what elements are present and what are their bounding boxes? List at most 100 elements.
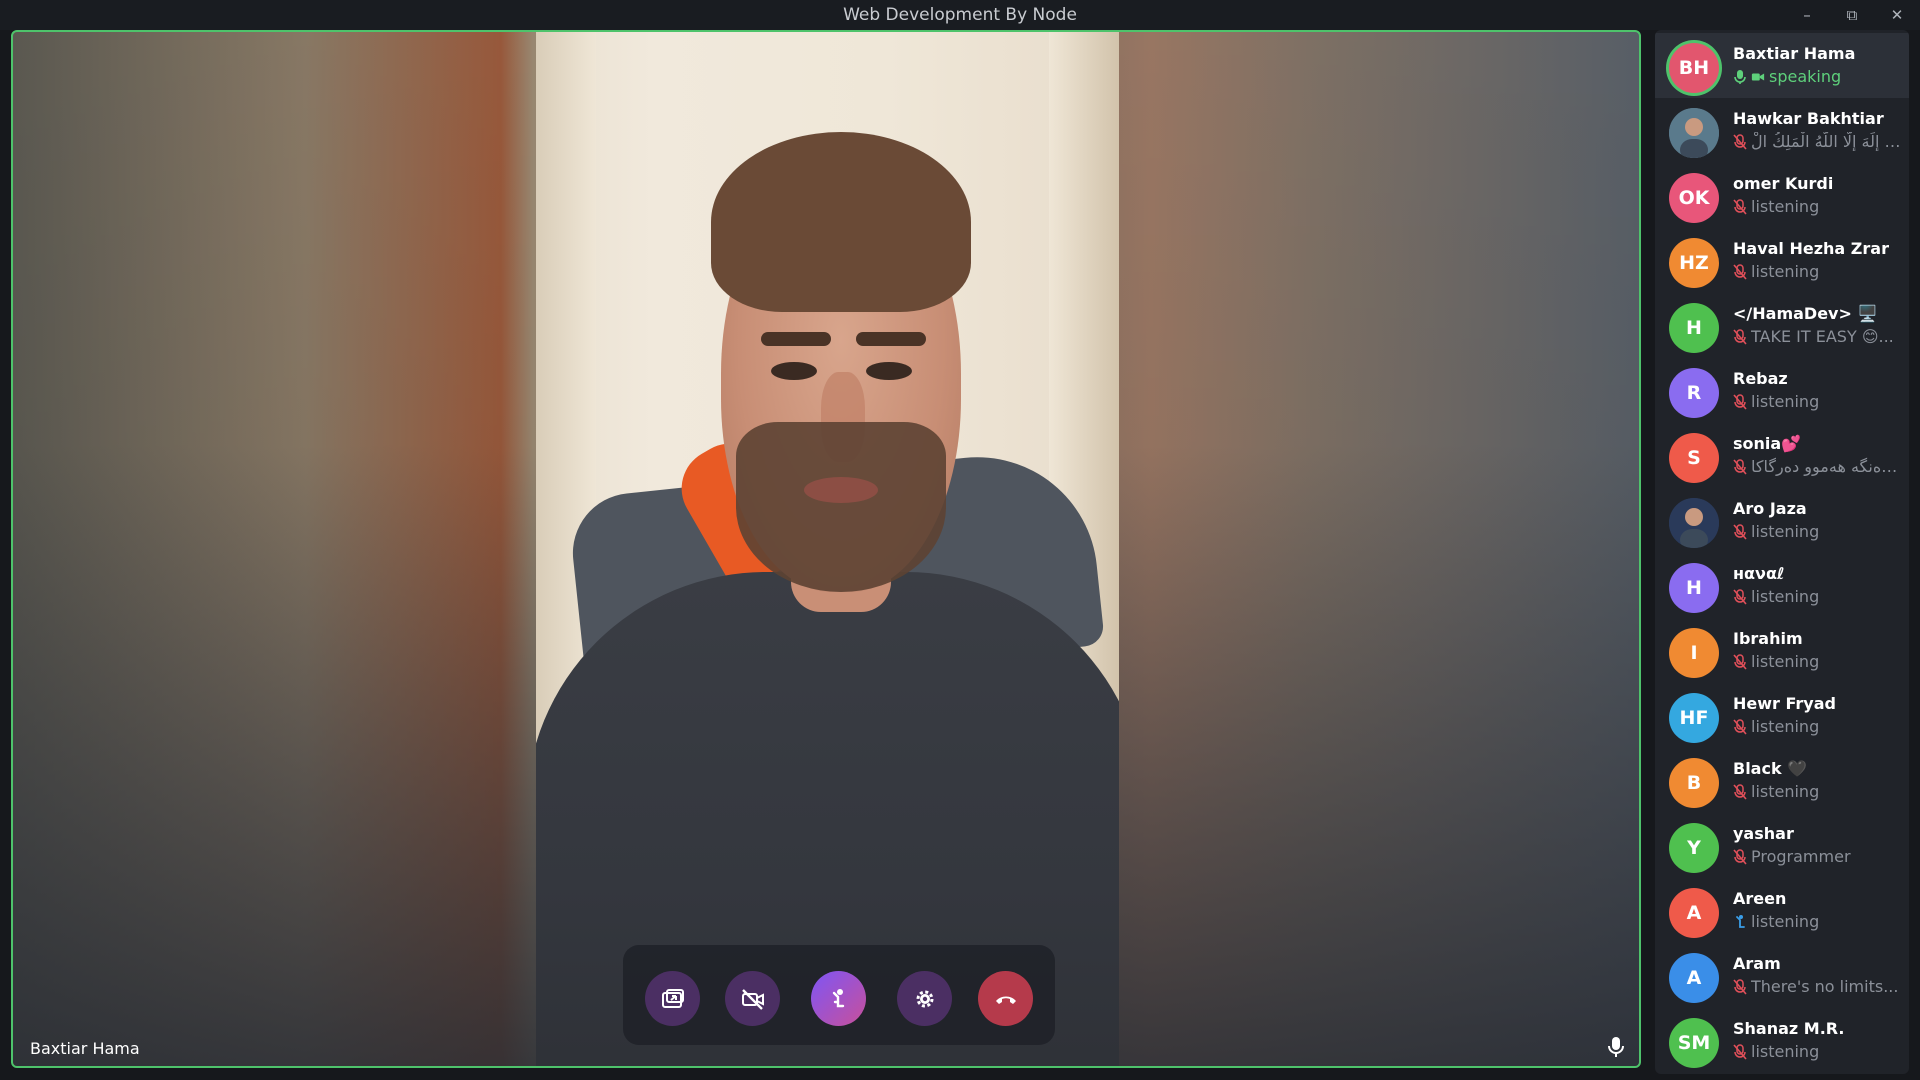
participant-status: listening — [1733, 587, 1905, 606]
microphone-muted-icon — [1733, 328, 1747, 345]
participant-status-text: listening — [1751, 782, 1820, 801]
participant-status: listening — [1733, 392, 1905, 411]
participant-name: yashar — [1733, 824, 1794, 843]
participant-row[interactable]: BH Baxtiar Hama speaking — [1655, 33, 1909, 98]
participant-status: Programmer — [1733, 847, 1905, 866]
participant-name: Areen — [1733, 889, 1787, 908]
microphone-muted-icon — [1733, 848, 1747, 865]
microphone-muted-icon — [1733, 978, 1747, 995]
avatar: A — [1669, 953, 1719, 1003]
microphone-muted-icon — [1733, 783, 1747, 800]
screen-share-button[interactable] — [645, 971, 700, 1026]
participant-row[interactable]: A Aram There's no limits... — [1655, 943, 1909, 1008]
raised-hand-icon — [1736, 914, 1745, 928]
avatar: R — [1669, 368, 1719, 418]
participant-row[interactable]: A Areen listening — [1655, 878, 1909, 943]
participant-status-text: There's no limits... — [1751, 977, 1899, 996]
microphone-active-icon — [1734, 69, 1746, 84]
avatar — [1669, 498, 1719, 548]
participant-status: listening — [1733, 782, 1905, 801]
window-title: Web Development By Node — [843, 5, 1077, 25]
participant-row[interactable]: Hawkar Bakhtiar لا إِلَهَ إِلَّا اللَّهُ … — [1655, 98, 1909, 163]
participant-row[interactable]: Yyashar Programmer — [1655, 813, 1909, 878]
microphone-muted-icon — [1733, 458, 1747, 475]
participant-status-text: لا إِلَهَ إِلَّا اللَّهُ الْمَلِكُ الْ..… — [1751, 132, 1905, 151]
microphone-muted-icon — [1733, 393, 1747, 410]
participant-status-text: listening — [1751, 912, 1820, 931]
avatar — [1669, 108, 1719, 158]
brow-right — [856, 332, 926, 346]
microphone-muted-icon — [1733, 718, 1747, 735]
avatar: H — [1669, 303, 1719, 353]
brow-left — [761, 332, 831, 346]
participant-name: Hewr Fryad — [1733, 694, 1836, 713]
participant-name: sonia💕 — [1733, 434, 1802, 453]
avatar: HF — [1669, 693, 1719, 743]
participant-status: listening — [1733, 262, 1905, 281]
avatar: HZ — [1669, 238, 1719, 288]
participant-name: Black 🖤 — [1733, 759, 1808, 778]
camera-off-icon — [741, 988, 764, 1010]
participant-name: </HamaDev> 🖥️ — [1733, 304, 1878, 323]
phone-hangup-icon — [995, 996, 1016, 1004]
avatar: H — [1669, 563, 1719, 613]
participant-row[interactable]: Ssonia💕 ڕەنگە هەموو دەرگاکا... — [1655, 423, 1909, 488]
settings-button[interactable] — [897, 971, 952, 1026]
participant-status-text: listening — [1751, 717, 1820, 736]
app-window: Web Development By Node – ⧉ ✕ Baxtiar Ha… — [0, 0, 1920, 1080]
participant-name: Rebaz — [1733, 369, 1788, 388]
microphone-muted-icon — [1733, 1043, 1747, 1060]
call-controls — [623, 945, 1055, 1045]
participant-status: TAKE IT EASY 😊... — [1733, 327, 1905, 346]
participant-status-text: listening — [1751, 587, 1820, 606]
participant-status-text: listening — [1751, 522, 1820, 541]
participant-status: listening — [1733, 717, 1905, 736]
end-call-button[interactable] — [978, 971, 1033, 1026]
participant-row[interactable]: R Rebaz listening — [1655, 358, 1909, 423]
participant-row[interactable]: Hнαναℓ listening — [1655, 553, 1909, 618]
participant-status: listening — [1733, 1042, 1905, 1061]
participant-name: omer Kurdi — [1733, 174, 1834, 193]
video-active-icon — [1751, 73, 1765, 80]
participants-list[interactable]: BH Baxtiar Hama speaking Hawkar Bakhtiar لا … — [1655, 30, 1909, 1074]
eye-left — [771, 362, 817, 380]
participant-row[interactable]: H </HamaDev> 🖥️ TAKE IT EASY 😊... — [1655, 293, 1909, 358]
restore-icon[interactable]: ⧉ — [1841, 4, 1863, 26]
camera-toggle-button[interactable] — [725, 971, 780, 1026]
video-stage[interactable]: Baxtiar Hama — [11, 30, 1641, 1068]
participant-status: listening — [1733, 912, 1905, 931]
participant-status: There's no limits... — [1733, 977, 1905, 996]
avatar: B — [1669, 758, 1719, 808]
participant-status-text: listening — [1751, 262, 1820, 281]
person-beard — [736, 422, 946, 592]
microphone-muted-icon — [1733, 198, 1747, 215]
participant-row[interactable]: OK omer Kurdi listening — [1655, 163, 1909, 228]
participant-row[interactable]: B Black 🖤 listening — [1655, 748, 1909, 813]
close-icon[interactable]: ✕ — [1886, 4, 1908, 26]
participant-status: listening — [1733, 197, 1905, 216]
avatar: OK — [1669, 173, 1719, 223]
participant-status-text: listening — [1751, 1042, 1820, 1061]
participant-row[interactable]: Aro Jaza listening — [1655, 488, 1909, 553]
raise-hand-button[interactable] — [811, 971, 866, 1026]
participant-status-text: speaking — [1769, 67, 1842, 86]
avatar: SM — [1669, 1018, 1719, 1068]
participant-row[interactable]: HF Hewr Fryad listening — [1655, 683, 1909, 748]
participant-status-text: Programmer — [1751, 847, 1851, 866]
participant-status: listening — [1733, 522, 1905, 541]
avatar: Y — [1669, 823, 1719, 873]
participant-row[interactable]: HZ Haval Hezha Zrar listening — [1655, 228, 1909, 293]
participant-row[interactable]: SM Shanaz M.R. listening — [1655, 1008, 1909, 1073]
eye-right — [866, 362, 912, 380]
person-hair — [711, 132, 971, 312]
raise-hand-icon — [832, 988, 844, 1007]
minimize-icon[interactable]: – — [1796, 4, 1818, 26]
participant-name: Shanaz M.R. — [1733, 1019, 1845, 1038]
avatar: A — [1669, 888, 1719, 938]
microphone-muted-icon — [1733, 588, 1747, 605]
speaker-video — [536, 32, 1119, 1066]
participant-status-text: TAKE IT EASY 😊... — [1751, 327, 1894, 346]
participant-row[interactable]: I Ibrahim listening — [1655, 618, 1909, 683]
participant-status: speaking — [1733, 67, 1905, 86]
participant-name: Hawkar Bakhtiar — [1733, 109, 1884, 128]
